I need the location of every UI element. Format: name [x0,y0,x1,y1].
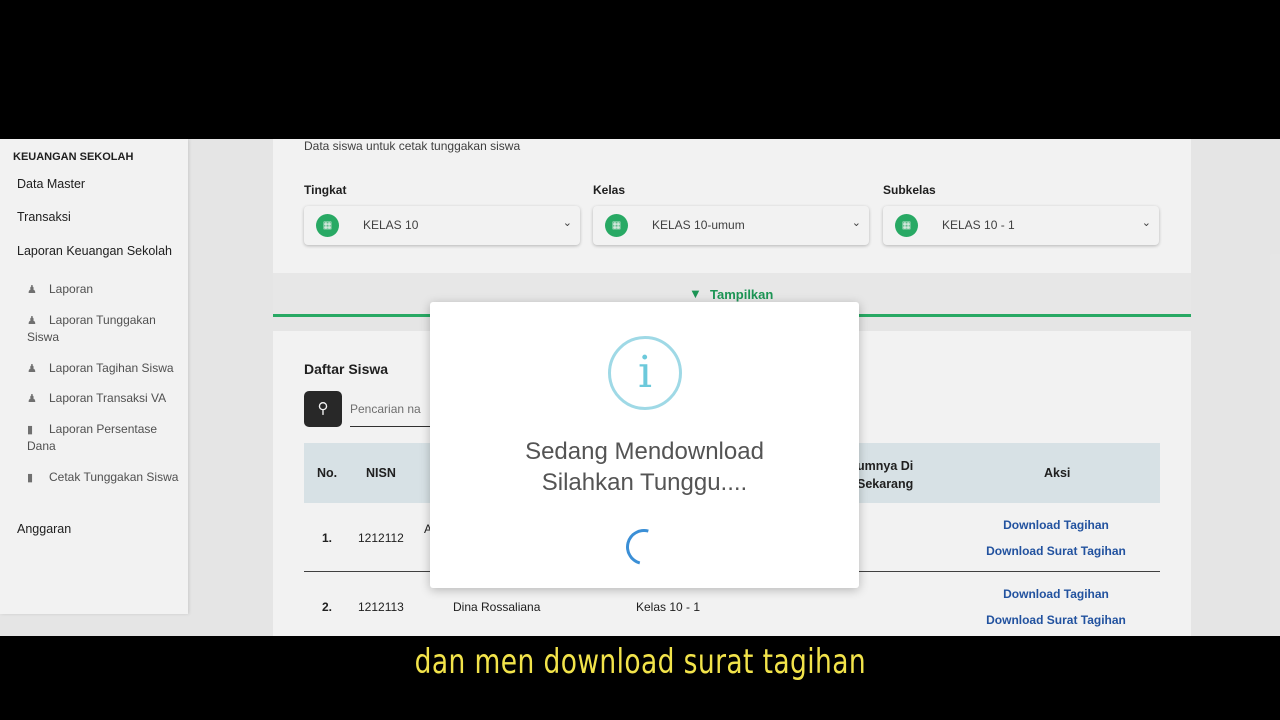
modal-message: Sedang Mendownload Silahkan Tunggu.... [525,438,764,496]
loading-spinner-icon [619,522,669,572]
app-frame: KEUANGAN SEKOLAH Data Master Transaksi L… [0,139,1280,636]
download-modal: i Sedang Mendownload Silahkan Tunggu.... [430,302,859,588]
video-caption: dan men download surat tagihan [414,642,866,682]
info-icon: i [608,336,682,410]
